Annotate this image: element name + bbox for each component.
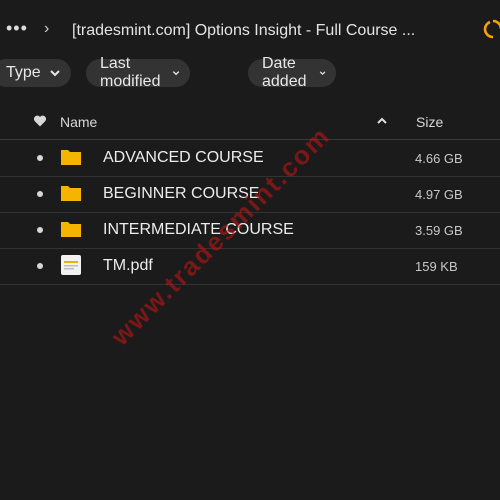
file-name: TM.pdf <box>103 257 153 274</box>
chevron-down-icon <box>49 70 60 77</box>
filter-last-modified-chip[interactable]: Last modified <box>86 55 191 90</box>
breadcrumb-title[interactable]: [tradesmint.com] Options Insight - Full … <box>72 22 415 40</box>
heart-icon[interactable] <box>33 114 47 128</box>
bullet-icon <box>37 227 43 233</box>
table-row[interactable]: TM.pdf 159 KB <box>0 248 500 285</box>
breadcrumb-separator-icon: › <box>44 20 50 37</box>
bullet-icon <box>37 263 43 269</box>
filter-last-modified-label: Last modified <box>100 55 161 90</box>
table-row[interactable]: ADVANCED COURSE 4.66 GB <box>0 140 500 177</box>
sync-icon[interactable] <box>482 18 500 40</box>
column-name-header[interactable]: Name <box>60 114 97 130</box>
filter-date-added-label: Date added <box>262 55 307 90</box>
pdf-file-icon <box>61 255 81 275</box>
filter-date-added-chip[interactable]: Date added <box>248 55 337 90</box>
sort-ascending-icon[interactable] <box>376 115 388 127</box>
bullet-icon <box>37 191 43 197</box>
chevron-down-icon <box>320 71 326 76</box>
file-size: 159 KB <box>415 259 458 274</box>
bullet-icon <box>37 155 43 161</box>
filter-type-chip[interactable]: Type <box>0 59 71 87</box>
folder-icon <box>61 150 81 165</box>
more-options-icon[interactable]: ••• <box>6 18 28 39</box>
folder-icon <box>61 222 81 237</box>
top-toolbar: ••• › [tradesmint.com] Options Insight -… <box>0 0 500 62</box>
file-name: ADVANCED COURSE <box>103 149 264 166</box>
file-size: 4.97 GB <box>415 187 463 202</box>
file-size: 3.59 GB <box>415 223 463 238</box>
table-header: Name Size <box>0 103 500 140</box>
folder-icon <box>61 186 81 201</box>
filter-type-label: Type <box>6 64 41 81</box>
file-size: 4.66 GB <box>415 151 463 166</box>
column-size-header[interactable]: Size <box>416 114 443 130</box>
chevron-down-icon <box>173 71 180 76</box>
